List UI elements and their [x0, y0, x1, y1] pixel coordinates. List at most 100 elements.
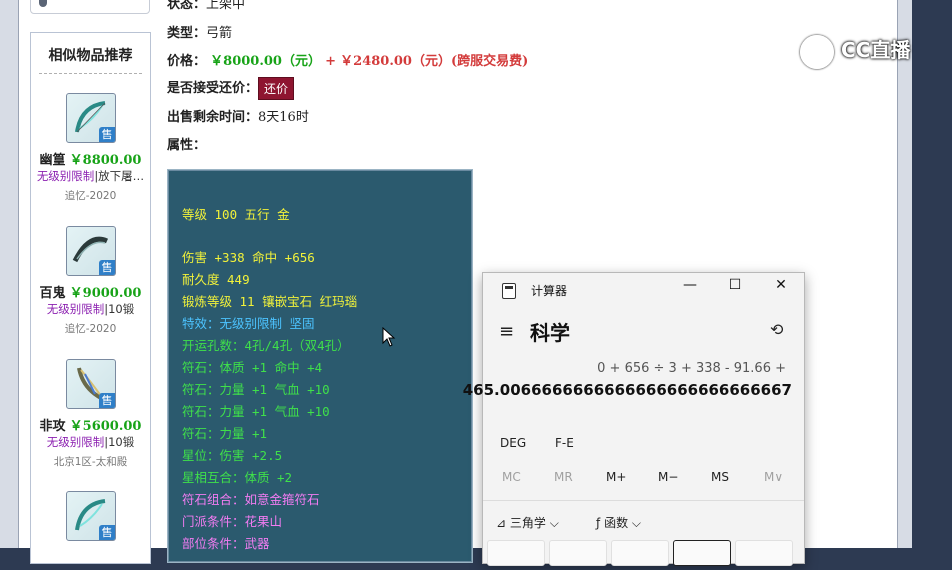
price-plus: +	[325, 54, 337, 69]
item-tag-extra: |放下屠…	[94, 169, 145, 183]
calculator-result: 465.0066666666666666666666666667	[462, 381, 792, 399]
attr-row: 属性：	[167, 134, 206, 153]
keypad-key[interactable]	[735, 540, 793, 566]
mouse-cursor-icon	[382, 327, 396, 347]
bargain-row: 是否接受还价： 还价	[167, 77, 295, 100]
calculator-divider	[483, 500, 804, 501]
status-row: 状态：上架中	[167, 0, 245, 12]
attr-line: 等级 100 五行 金	[182, 207, 290, 222]
menu-icon[interactable]: ≡	[499, 321, 514, 342]
sale-badge: 售	[99, 525, 115, 540]
attribute-panel: 等级 100 五行 金 伤害 +338 命中 +656 耐久度 449 锻炼等级…	[167, 169, 473, 563]
minimize-button[interactable]: —	[675, 277, 705, 293]
trigonometry-label: 三角学	[509, 516, 546, 530]
item-name-price: 百鬼 ￥9000.00	[31, 282, 150, 301]
item-name: 非攻	[39, 419, 66, 434]
attr-line: 星相互合：体质 +2	[182, 470, 293, 485]
sale-badge: 售	[99, 127, 115, 142]
attr-line: 符石：力量 +1 气血 +10	[182, 404, 330, 419]
function-dropdown[interactable]: ƒ 函数 ⌵	[596, 514, 641, 531]
item-name-price: 非攻 ￥5600.00	[31, 415, 150, 434]
item-tag-level: 无级别限制	[46, 302, 105, 316]
cc-logo-icon	[800, 34, 834, 69]
memory-add-button[interactable]: M+	[606, 470, 626, 484]
right-scrollbar-track[interactable]	[897, 0, 912, 548]
chevron-down-icon: ⌵	[549, 516, 559, 530]
angle-unit-button[interactable]: DEG	[500, 436, 526, 450]
keypad-key[interactable]	[673, 540, 731, 566]
stream-watermark: CC直播	[800, 34, 910, 69]
history-icon[interactable]: ⟲	[770, 320, 783, 339]
attr-line: 符石：体质 +1 命中 +4	[182, 360, 323, 375]
attr-label: 属性：	[167, 138, 207, 153]
item-tag: 无级别限制|10锻	[31, 301, 150, 317]
item-thumbnail[interactable]: 售	[66, 491, 116, 541]
trigonometry-dropdown[interactable]: ⊿ 三角学 ⌵	[496, 514, 559, 531]
item-thumbnail[interactable]: 售	[66, 359, 116, 409]
type-value: 弓箭	[206, 26, 233, 41]
fe-button[interactable]: F-E	[555, 436, 574, 450]
memory-list-button[interactable]: M∨	[764, 470, 783, 484]
attr-line: 部位条件：武器	[182, 536, 270, 551]
item-price: ￥8800.00	[69, 153, 142, 168]
triangle-icon: ⊿	[496, 516, 507, 530]
status-label: 状态：	[167, 0, 207, 12]
sidebar-divider	[39, 73, 142, 74]
memory-store-button[interactable]: MS	[711, 470, 729, 484]
item-tag-level: 无级别限制	[36, 169, 95, 183]
left-margin	[0, 0, 19, 548]
attr-line: 门派条件：花果山	[182, 514, 283, 529]
attr-line: 伤害 +338 命中 +656	[182, 250, 315, 265]
item-tag: 无级别限制|10锻	[31, 434, 150, 450]
item-name: 百鬼	[39, 286, 66, 301]
item-tag-extra: |10锻	[104, 302, 135, 316]
attr-line: 符石组合：如意金箍符石	[182, 492, 320, 507]
previous-panel-edge	[30, 0, 150, 14]
function-icon: ƒ	[596, 516, 601, 530]
item-tag-level: 无级别限制	[46, 435, 105, 449]
sale-badge: 售	[99, 260, 115, 275]
keypad-key[interactable]	[611, 540, 669, 566]
chevron-down-icon: ⌵	[631, 516, 642, 530]
memory-subtract-button[interactable]: M−	[658, 470, 678, 484]
sale-badge: 售	[99, 393, 115, 408]
item-price: ￥5600.00	[69, 419, 142, 434]
calculator-expression: 0 + 656 ÷ 3 + 338 - 91.66 +	[597, 361, 786, 376]
calculator-title: 计算器	[531, 284, 568, 298]
attr-line: 锻炼等级 11 镶嵌宝石 红玛瑙	[182, 294, 358, 309]
keypad-key[interactable]	[549, 540, 607, 566]
type-row: 类型：弓箭	[167, 22, 232, 41]
bargain-button[interactable]: 还价	[258, 77, 295, 100]
price-value: ￥8000.00（元）	[210, 54, 321, 69]
watermark-text: CC直播	[840, 38, 911, 62]
time-label: 出售剩余时间：	[167, 110, 259, 125]
bargain-label: 是否接受还价：	[167, 81, 259, 96]
memory-clear-button[interactable]: MC	[502, 470, 521, 484]
close-button[interactable]: ✕	[766, 277, 796, 293]
maximize-button[interactable]: ☐	[720, 277, 750, 293]
attr-line: 星位：伤害 +2.5	[182, 448, 283, 463]
keypad-row	[483, 540, 804, 570]
item-server: 追忆-2020	[64, 323, 117, 335]
similar-items-sidebar: 相似物品推荐 售 幽篁 ￥8800.00 无级别限制|放下屠… 追忆-2020	[30, 32, 151, 564]
screen: 相似物品推荐 售 幽篁 ￥8800.00 无级别限制|放下屠… 追忆-2020	[0, 0, 952, 566]
attr-line: 耐久度 449	[182, 272, 250, 287]
memory-recall-button[interactable]: MR	[554, 470, 573, 484]
item-server: 北京1区-太和殿	[53, 456, 128, 468]
attr-line: 开运孔数：4孔/4孔（双4孔）	[182, 338, 350, 353]
panel-knob	[39, 0, 47, 7]
attr-line: 特效：无级别限制 坚固	[182, 316, 315, 331]
item-server: 追忆-2020	[64, 190, 117, 202]
price-label: 价格：	[167, 54, 207, 69]
keypad-key[interactable]	[487, 540, 545, 566]
time-value: 8天16时	[258, 110, 309, 125]
sidebar-title: 相似物品推荐	[48, 48, 133, 64]
item-name: 幽篁	[39, 153, 66, 168]
status-value: 上架中	[206, 0, 246, 12]
item-thumbnail[interactable]: 售	[66, 226, 116, 276]
item-thumbnail[interactable]: 售	[66, 93, 116, 143]
calculator-window[interactable]: 计算器 — ☐ ✕ ≡ 科学 ⟲ 0 + 656 ÷ 3 + 338 - 91.…	[463, 272, 805, 566]
item-tag: 无级别限制|放下屠…	[31, 168, 150, 184]
price-row: 价格： ￥8000.00（元） + ￥2480.00（元）(跨服交易费)	[167, 50, 528, 69]
item-price: ￥9000.00	[69, 286, 142, 301]
